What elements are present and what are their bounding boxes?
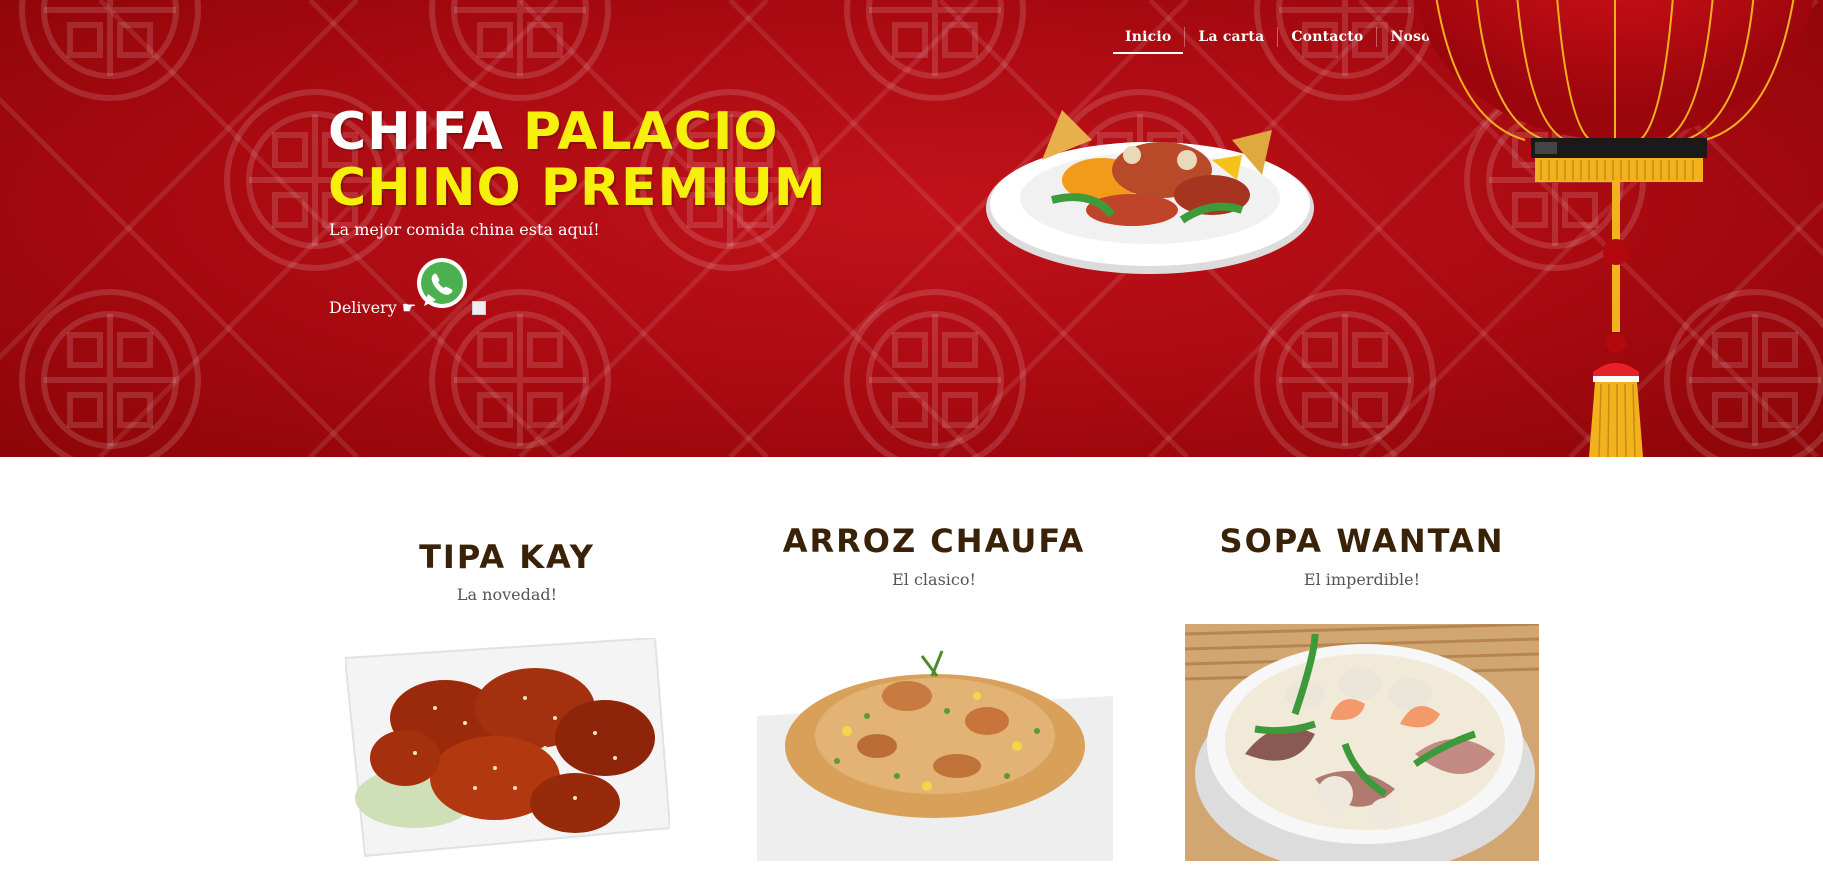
whatsapp-icon[interactable]	[414, 256, 470, 312]
dish-title-sopa-wantan: SOPA WANTAN	[1219, 522, 1505, 560]
nav-item-la-carta[interactable]: La carta	[1184, 27, 1277, 47]
dish-title-tipa-kay: TIPA KAY	[419, 538, 595, 576]
dish-image-tipa-kay	[345, 638, 670, 858]
title-yellow-part: PALACIO	[522, 102, 779, 162]
nav-item-contacto[interactable]: Contacto	[1277, 27, 1376, 47]
title-second-line: CHINO PREMIUM	[328, 158, 827, 218]
dish-subtitle-arroz-chaufa: El clasico!	[892, 570, 976, 589]
title-white-part: CHIFA	[328, 102, 523, 162]
dish-image-arroz-chaufa	[757, 636, 1113, 861]
dish-title-arroz-chaufa: ARROZ CHAUFA	[782, 522, 1086, 560]
page-title: CHIFA PALACIO CHINO PREMIUM	[328, 104, 888, 216]
delivery-label: Delivery ☛	[329, 298, 417, 317]
broken-image-icon	[472, 301, 486, 315]
dish-subtitle-sopa-wantan: El imperdible!	[1303, 570, 1421, 589]
hero-subtitle: La mejor comida china esta aquí!	[329, 220, 600, 239]
chinese-lantern-decoration	[1416, 0, 1814, 457]
nav-item-inicio[interactable]: Inicio	[1112, 27, 1184, 54]
dish-image-sopa-wantan	[1185, 624, 1539, 861]
hero-banner: Inicio La carta Contacto Nosotros f CHIF…	[0, 0, 1823, 457]
hero-dish-image	[986, 110, 1314, 274]
dish-subtitle-tipa-kay: La novedad!	[456, 585, 558, 604]
